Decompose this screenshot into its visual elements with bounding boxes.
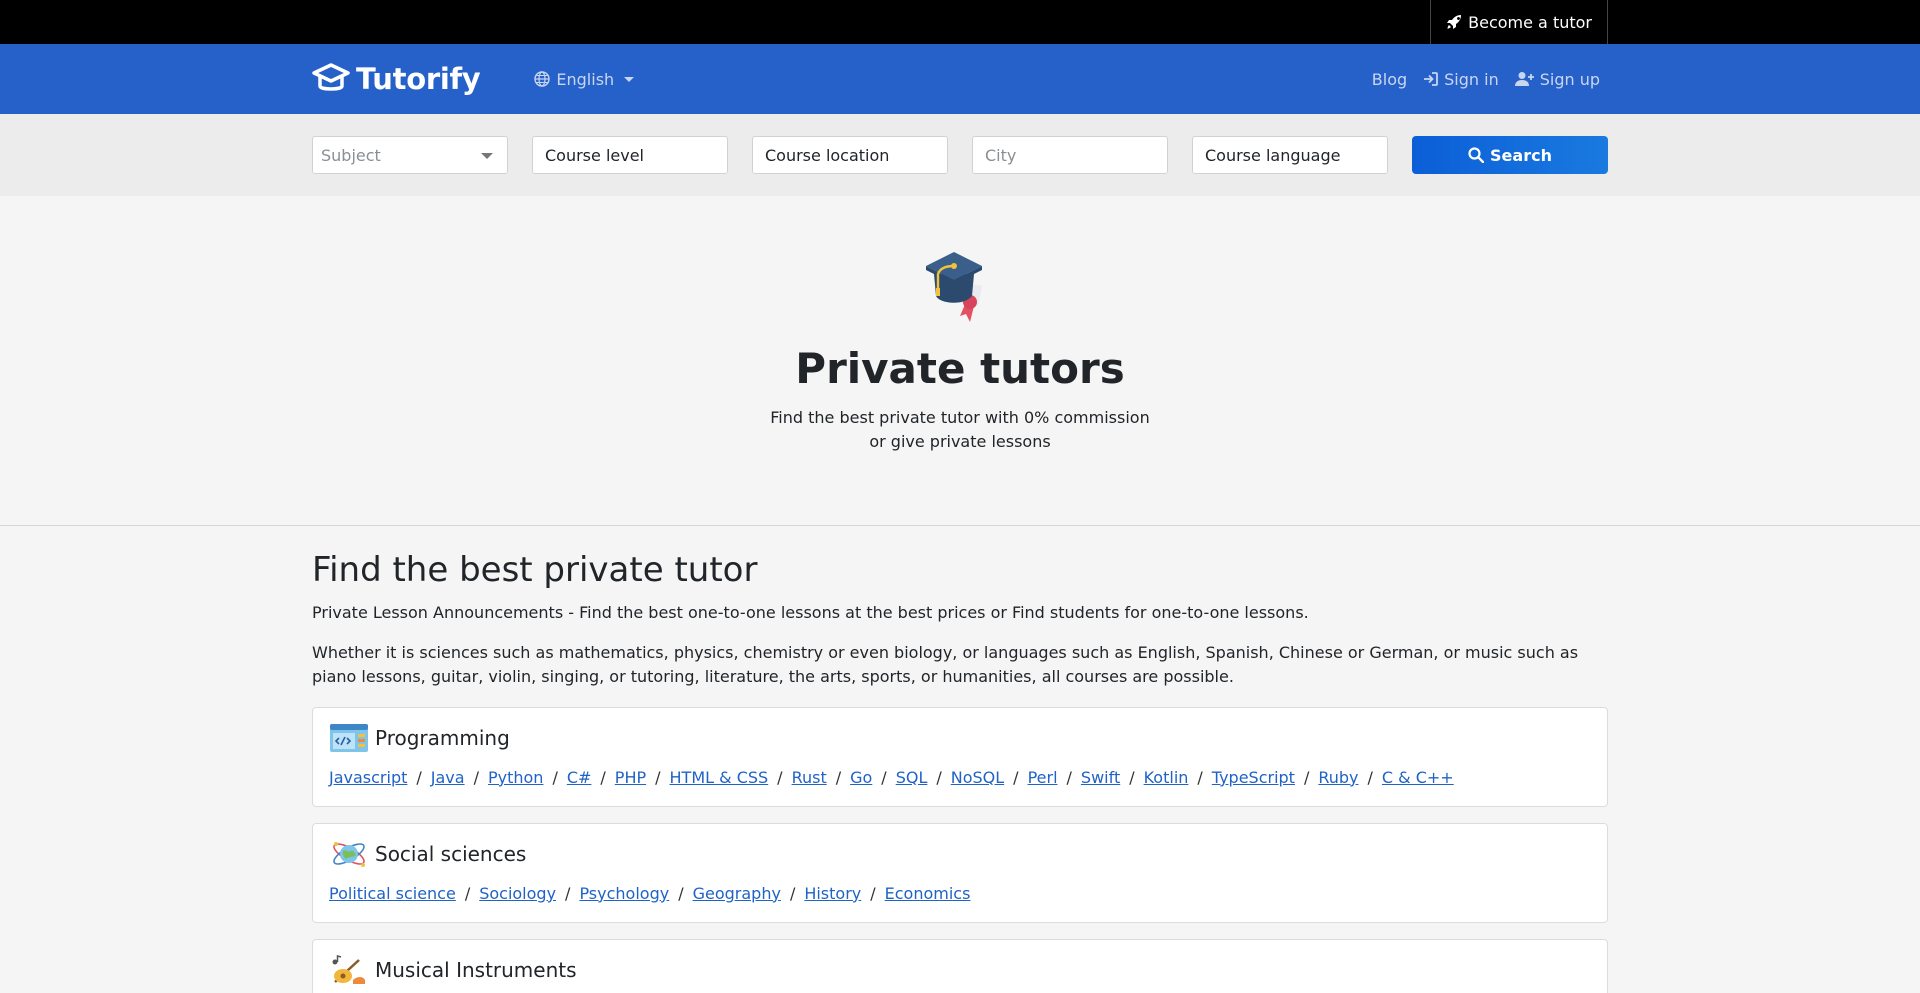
link-political-science[interactable]: Political science [329,884,456,903]
navbar: Tutorify English Blog Sign in Sign up [0,44,1920,114]
subject-select[interactable]: Subject [312,136,508,174]
sign-up-label: Sign up [1539,69,1600,89]
link-sociology[interactable]: Sociology [479,884,556,903]
chevron-down-icon [624,76,635,82]
hero-subtitle-line2: or give private lessons [869,432,1051,452]
chevron-down-icon [481,153,493,159]
link-c-cpp[interactable]: C & C++ [1382,768,1454,787]
brand-logo[interactable]: Tutorify [312,62,481,96]
link-perl[interactable]: Perl [1028,768,1058,787]
sign-in-icon [1424,72,1439,86]
hero-subtitle-line1: Find the best private tutor with 0% comm… [770,408,1150,428]
link-csharp[interactable]: C# [567,768,592,787]
search-bar: Subject Course level Course location Cit… [0,114,1920,196]
link-nosql[interactable]: NoSQL [951,768,1004,787]
sign-up-link[interactable]: Sign up [1514,69,1600,89]
top-bar: Become a tutor [0,0,1920,44]
language-label: English [556,69,615,89]
blog-link[interactable]: Blog [1372,70,1407,89]
search-icon [1468,147,1485,163]
category-card-musical-instruments: Musical Instruments [312,938,1608,993]
hero-title: Private tutors [795,344,1125,393]
course-language-field[interactable]: Course language [1192,136,1388,174]
link-geography[interactable]: Geography [693,884,781,903]
link-rust[interactable]: Rust [792,768,827,787]
section-heading: Find the best private tutor [312,550,758,590]
city-placeholder: City [985,145,1017,165]
link-typescript[interactable]: TypeScript [1212,768,1295,787]
brand-name: Tutorify [356,62,481,96]
link-psychology[interactable]: Psychology [579,884,669,903]
music-instruments-icon [332,954,365,984]
code-window-icon [330,723,368,752]
atom-globe-icon [333,841,365,867]
link-ruby[interactable]: Ruby [1318,768,1358,787]
link-python[interactable]: Python [488,768,543,787]
user-plus-icon [1514,72,1534,86]
language-dropdown[interactable]: English [534,69,635,89]
category-title: Social sciences [375,841,527,866]
link-kotlin[interactable]: Kotlin [1144,768,1189,787]
link-swift[interactable]: Swift [1081,768,1120,787]
course-level-field[interactable]: Course level [532,136,728,174]
become-tutor-label: Become a tutor [1468,12,1592,32]
sign-in-link[interactable]: Sign in [1423,70,1499,89]
link-javascript[interactable]: Javascript [329,768,407,787]
graduation-cap-logo-icon [312,63,350,91]
sign-in-label: Sign in [1444,69,1499,89]
course-location-label: Course location [765,145,890,165]
link-history[interactable]: History [804,884,861,903]
become-tutor-button[interactable]: Become a tutor [1430,0,1608,44]
city-input[interactable]: City [972,136,1168,174]
hero-section: Private tutors Find the best private tut… [0,196,1920,526]
graduation-cap-diploma-icon [926,252,982,322]
category-links: Javascript / Java / Python / C# / PHP / HTML & CSS… [329,767,1454,787]
category-card-social-sciences: Social sciences Political science / Sociol… [312,822,1608,923]
search-button[interactable]: Search [1412,136,1608,174]
link-go[interactable]: Go [850,768,872,787]
subject-placeholder: Subject [321,145,381,165]
rocket-icon [1447,15,1462,29]
course-level-label: Course level [545,145,644,165]
link-economics[interactable]: Economics [885,884,971,903]
course-location-field[interactable]: Course location [752,136,948,174]
main-content: Find the best private tutor Private Less… [0,526,1920,993]
course-language-label: Course language [1205,145,1341,165]
intro-text: Private Lesson Announcements - Find the … [312,602,1309,622]
category-card-programming: Programming Javascript / Java / Python / C# / PH… [312,706,1608,807]
category-links: Political science / Sociology / Psychology / G… [329,883,971,903]
link-java[interactable]: Java [431,768,465,787]
category-title: Musical Instruments [375,957,577,982]
description-text: Whether it is sciences such as mathemati… [312,642,1579,686]
search-button-label: Search [1490,145,1552,165]
link-sql[interactable]: SQL [896,768,928,787]
category-title: Programming [375,725,510,750]
globe-icon [534,71,551,87]
link-html-css[interactable]: HTML & CSS [670,768,769,787]
link-php[interactable]: PHP [615,768,646,787]
